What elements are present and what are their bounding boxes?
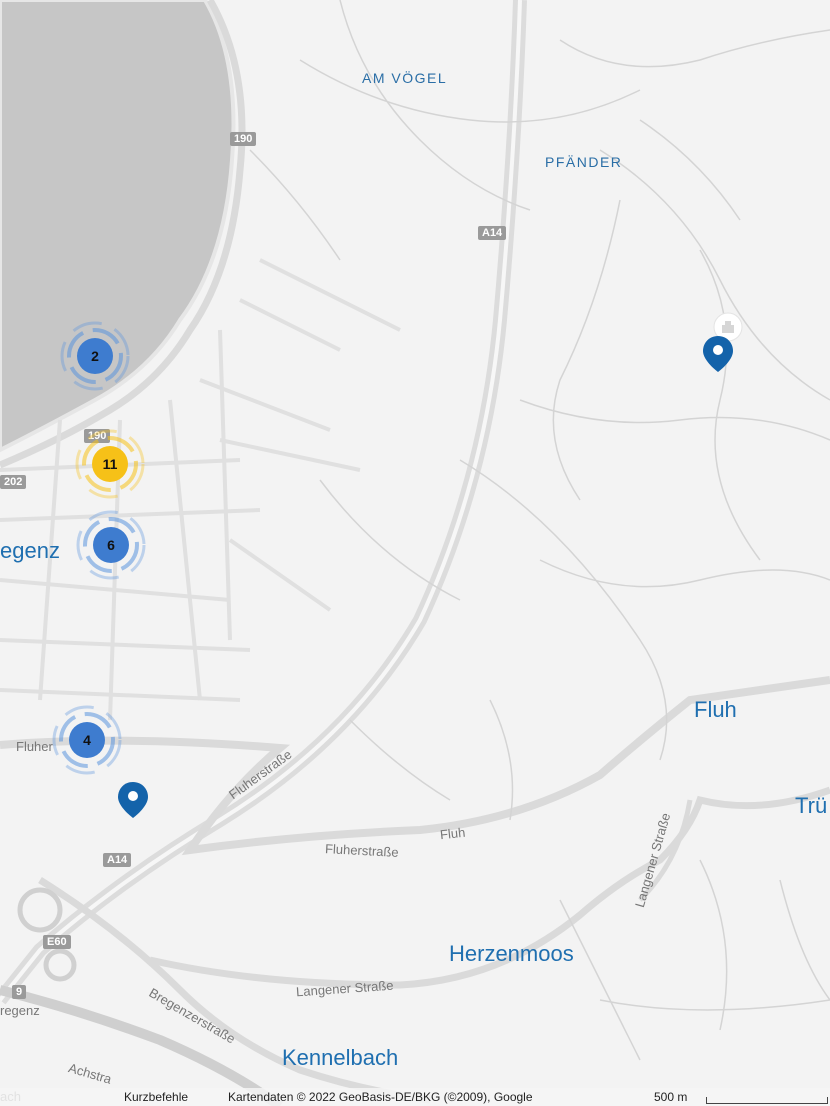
place-label-kennelbach: Kennelbach xyxy=(282,1045,399,1070)
scale-bar xyxy=(706,1097,828,1104)
road-shield-a14: A14 xyxy=(478,226,507,240)
cluster-marker[interactable]: 6 xyxy=(71,505,151,585)
cluster-count: 11 xyxy=(92,446,128,482)
cluster-marker[interactable]: 11 xyxy=(70,424,150,504)
road-shield-190: 190 xyxy=(230,132,257,146)
road-shield-9: 9 xyxy=(12,985,27,999)
street-label-fluh: Fluh xyxy=(439,824,467,843)
scale-label[interactable]: 500 m xyxy=(654,1090,687,1104)
cluster-marker[interactable]: 4 xyxy=(47,700,127,780)
place-label-trubach: Trü xyxy=(795,793,828,818)
road-shield-202: 202 xyxy=(0,475,27,489)
terrain-paths xyxy=(249,0,830,1061)
map-attribution-bar: Kurzbefehle Kartendaten © 2022 GeoBasis-… xyxy=(0,1088,830,1106)
map-data-attribution[interactable]: Kartendaten © 2022 GeoBasis-DE/BKG (©200… xyxy=(228,1090,533,1104)
map-view[interactable]: AM VÖGEL PFÄNDER Fluh Trü egenz Herzenmo… xyxy=(0,0,830,1106)
place-label-bregenz: egenz xyxy=(0,538,60,563)
place-label-fluh: Fluh xyxy=(694,697,737,722)
keyboard-shortcuts-link[interactable]: Kurzbefehle xyxy=(124,1090,188,1104)
map-pin-icon[interactable] xyxy=(116,780,150,820)
cluster-count: 4 xyxy=(69,722,105,758)
cluster-count: 6 xyxy=(93,527,129,563)
road-shield-e60: E60 xyxy=(43,935,71,949)
street-label-bregenz-edge: regenz xyxy=(0,1003,40,1018)
cluster-count: 2 xyxy=(77,338,113,374)
map-pin-icon[interactable] xyxy=(701,334,735,374)
cluster-marker[interactable]: 2 xyxy=(55,316,135,396)
place-label-am-vogel: AM VÖGEL xyxy=(362,70,448,86)
place-label-pfander: PFÄNDER xyxy=(545,154,623,170)
road-shield-a14: A14 xyxy=(103,853,132,867)
place-label-herzenmoos: Herzenmoos xyxy=(449,941,574,966)
